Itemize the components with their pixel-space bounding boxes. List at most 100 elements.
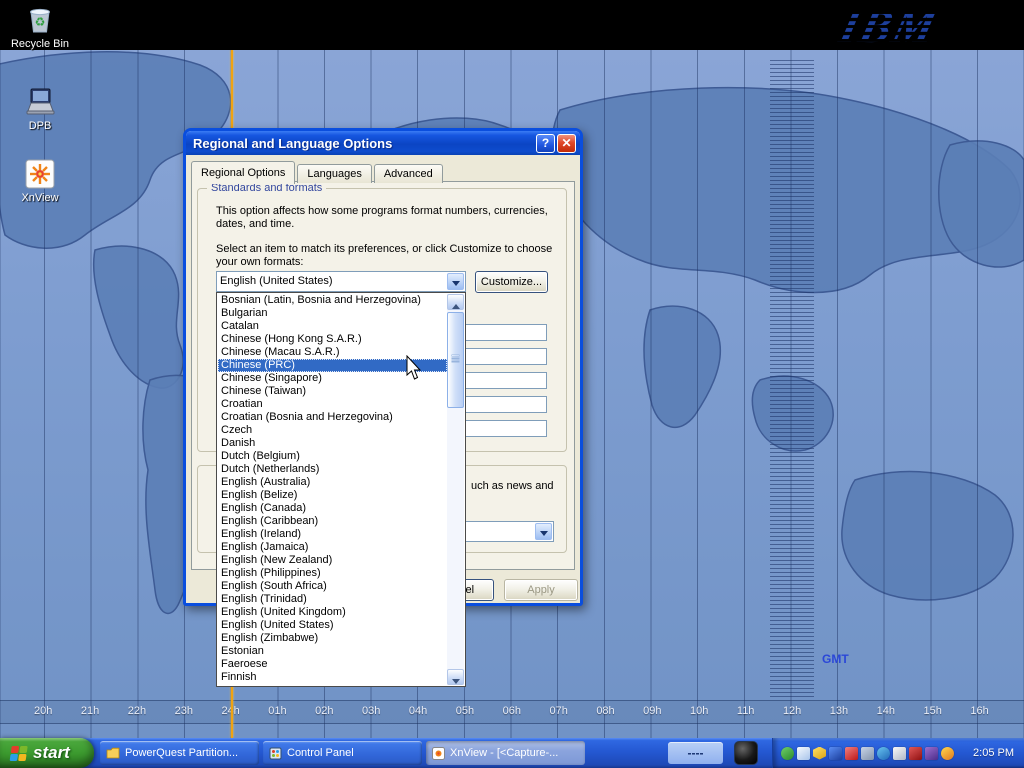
list-item[interactable]: Faeroese	[218, 658, 447, 671]
list-item[interactable]: Croatian	[218, 398, 447, 411]
tray-icon[interactable]	[893, 747, 906, 760]
help-button[interactable]: ?	[536, 134, 555, 153]
tray-icon[interactable]	[797, 747, 810, 760]
locale-list-items: Bosnian (Latin, Bosnia and Herzegovina) …	[218, 294, 447, 685]
task-label: XnView - [<Capture-...	[450, 747, 558, 759]
list-item[interactable]: Estonian	[218, 645, 447, 658]
taskbar-app-icon[interactable]	[734, 741, 758, 765]
list-item[interactable]: Danish	[218, 437, 447, 450]
tray-icon[interactable]	[877, 747, 890, 760]
list-item[interactable]: English (Zimbabwe)	[218, 632, 447, 645]
tray-icon[interactable]	[845, 747, 858, 760]
task-label: Control Panel	[287, 747, 354, 759]
tray-icon[interactable]	[829, 747, 842, 760]
xnview-icon	[8, 158, 72, 190]
list-item[interactable]: English (Trinidad)	[218, 593, 447, 606]
hour-label: 15h	[924, 705, 942, 723]
start-label: start	[33, 743, 70, 763]
hour-label: 06h	[503, 705, 521, 723]
list-item[interactable]: Dutch (Belgium)	[218, 450, 447, 463]
list-item[interactable]: English (New Zealand)	[218, 554, 447, 567]
taskbar-toolbar[interactable]: ----	[668, 742, 723, 764]
hour-label: 16h	[970, 705, 988, 723]
icon-label: XnView	[8, 192, 72, 204]
hour-label: 14h	[877, 705, 895, 723]
list-item[interactable]: Czech	[218, 424, 447, 437]
scroll-up-button[interactable]	[447, 294, 464, 310]
desktop-icon-xnview[interactable]: XnView	[8, 158, 72, 204]
list-item[interactable]: Bosnian (Latin, Bosnia and Herzegovina)	[218, 294, 447, 307]
taskbar-task-powerquest[interactable]: PowerQuest Partition...	[100, 741, 259, 765]
list-scrollbar[interactable]	[447, 294, 464, 685]
list-item[interactable]: English (Australia)	[218, 476, 447, 489]
hour-label: 21h	[81, 705, 99, 723]
list-item[interactable]: Bulgarian	[218, 307, 447, 320]
list-item[interactable]: Dutch (Netherlands)	[218, 463, 447, 476]
tray-icon[interactable]	[813, 747, 826, 760]
tray-icon[interactable]	[941, 747, 954, 760]
close-button[interactable]: ✕	[557, 134, 576, 153]
timezone-hour-labels: 20h 21h 22h 23h 24h 01h 02h 03h 04h 05h …	[0, 700, 1024, 724]
list-item[interactable]: English (Caribbean)	[218, 515, 447, 528]
mouse-cursor	[405, 355, 423, 386]
tab-languages[interactable]: Languages	[297, 164, 371, 183]
taskbar-task-control-panel[interactable]: Control Panel	[263, 741, 422, 765]
hour-label: 08h	[596, 705, 614, 723]
list-item[interactable]: Catalan	[218, 320, 447, 333]
list-item[interactable]: English (Canada)	[218, 502, 447, 515]
list-item[interactable]: English (United States)	[218, 619, 447, 632]
hour-label: 10h	[690, 705, 708, 723]
list-item[interactable]: English (Ireland)	[218, 528, 447, 541]
tray-icon[interactable]	[909, 747, 922, 760]
tray-icon[interactable]	[925, 747, 938, 760]
list-item[interactable]: English (Philippines)	[218, 567, 447, 580]
list-item[interactable]: English (United Kingdom)	[218, 606, 447, 619]
locale-combobox[interactable]: English (United States)	[216, 271, 466, 292]
customize-button[interactable]: Customize...	[475, 271, 548, 293]
task-label: PowerQuest Partition...	[125, 747, 238, 759]
combobox-dropdown-button[interactable]	[535, 523, 552, 540]
hour-label: 22h	[128, 705, 146, 723]
hour-label: 09h	[643, 705, 661, 723]
standards-description-line1: This option affects how some programs fo…	[216, 205, 548, 217]
list-item[interactable]: Finnish	[218, 671, 447, 684]
scrollbar-thumb[interactable]	[447, 312, 464, 408]
list-item[interactable]: Chinese (Hong Kong S.A.R.)	[218, 333, 447, 346]
tray-clock[interactable]: 2:05 PM	[973, 747, 1024, 759]
desktop-icon-dpb[interactable]: DPB	[8, 86, 72, 132]
hour-label: 07h	[549, 705, 567, 723]
ibm-logo: IBM	[834, 0, 943, 53]
tray-icon[interactable]	[861, 747, 874, 760]
taskbar: start PowerQuest Partition... Control Pa…	[0, 738, 1024, 768]
apply-button[interactable]: Apply	[504, 579, 578, 601]
control-panel-icon	[269, 747, 282, 760]
list-item[interactable]: English (Jamaica)	[218, 541, 447, 554]
recycle-bin-icon: ♻	[8, 4, 72, 36]
date-line-hatch-band	[770, 60, 814, 700]
desktop-icon-recycle-bin[interactable]: ♻ Recycle Bin	[8, 4, 72, 50]
tab-advanced[interactable]: Advanced	[374, 164, 443, 183]
hour-label: 04h	[409, 705, 427, 723]
dialog-titlebar[interactable]: Regional and Language Options ? ✕	[186, 131, 580, 155]
tray-icon[interactable]	[781, 747, 794, 760]
location-text-fragment: uch as news and	[471, 480, 554, 492]
list-item[interactable]: Croatian (Bosnia and Herzegovina)	[218, 411, 447, 424]
hour-label: 01h	[268, 705, 286, 723]
list-item[interactable]: English (Belize)	[218, 489, 447, 502]
top-black-band: IBM	[0, 0, 1024, 50]
standards-instruction-line1: Select an item to match its preferences,…	[216, 243, 552, 255]
standards-description-line2: dates, and time.	[216, 218, 294, 230]
tab-regional-options[interactable]: Regional Options	[191, 161, 295, 184]
start-button[interactable]: start	[0, 738, 94, 768]
scroll-down-button[interactable]	[447, 669, 464, 685]
taskbar-task-xnview[interactable]: XnView - [<Capture-...	[426, 741, 585, 765]
system-tray: 2:05 PM	[772, 738, 1024, 768]
hour-label: 23h	[175, 705, 193, 723]
list-item[interactable]: Chinese (Taiwan)	[218, 385, 447, 398]
hour-label: 12h	[783, 705, 801, 723]
combobox-dropdown-button[interactable]	[447, 273, 464, 290]
standards-instruction-line2: your own formats:	[216, 256, 303, 268]
gmt-label: GMT	[822, 652, 849, 666]
icon-label: DPB	[8, 120, 72, 132]
list-item[interactable]: English (South Africa)	[218, 580, 447, 593]
